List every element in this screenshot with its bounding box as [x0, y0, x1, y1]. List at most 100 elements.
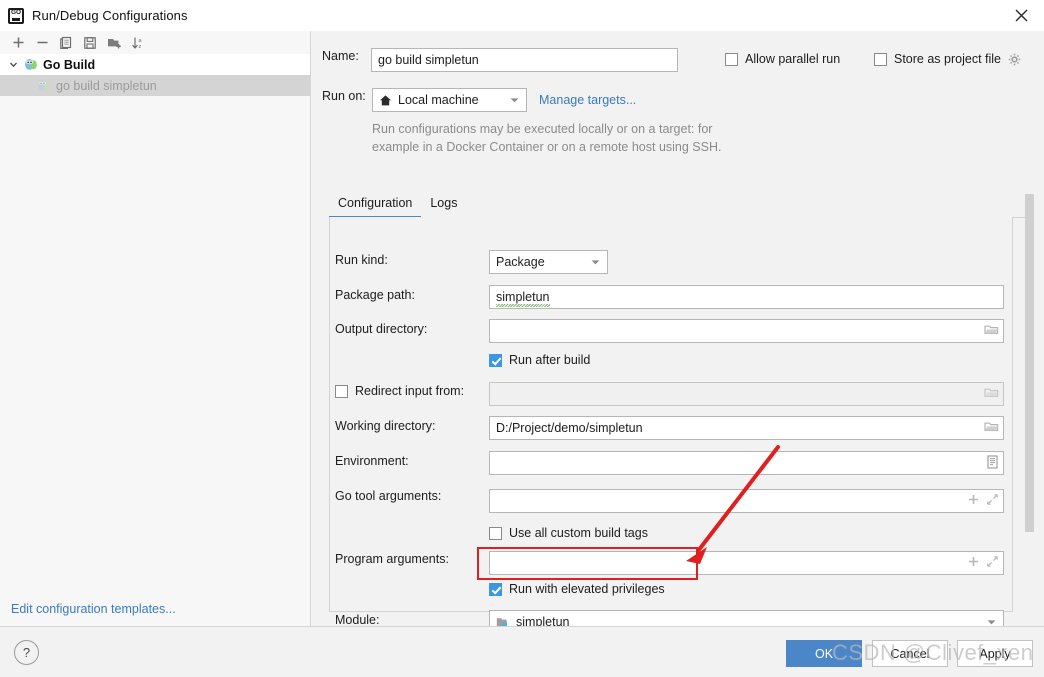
run-on-label: Run on: — [322, 89, 366, 103]
use-all-custom-build-tags-row[interactable]: Use all custom build tags — [489, 526, 648, 540]
folder-browse-icon[interactable] — [984, 323, 999, 339]
save-icon — [84, 36, 96, 49]
configurations-tree: Go Build go build simpletun — [0, 54, 310, 96]
expand-editor-icon[interactable] — [986, 493, 999, 509]
cancel-button[interactable]: Cancel — [872, 640, 948, 667]
allow-parallel-run-row[interactable]: Allow parallel run — [725, 52, 840, 66]
go-tool-arguments-label: Go tool arguments: — [335, 489, 442, 503]
window-title: Run/Debug Configurations — [32, 8, 188, 23]
copy-configuration-button[interactable] — [54, 32, 78, 54]
run-after-build-checkbox[interactable] — [489, 353, 502, 367]
title-bar: Run/Debug Configurations — [0, 0, 1044, 32]
module-label: Module: — [335, 613, 380, 627]
run-on-hint-line2: example in a Docker Container or on a re… — [372, 140, 722, 154]
plus-icon — [13, 37, 23, 48]
output-directory-label: Output directory: — [335, 322, 428, 336]
tree-item-go-build-simpletun[interactable]: go build simpletun — [0, 75, 310, 96]
environment-variables-icon[interactable] — [986, 454, 999, 472]
tab-configuration[interactable]: Configuration — [329, 196, 422, 218]
working-directory-value: D:/Project/demo/simpletun — [496, 421, 643, 435]
sort-configurations-button[interactable]: a z — [126, 32, 150, 54]
output-directory-input[interactable] — [489, 319, 1004, 343]
run-kind-value: Package — [496, 255, 545, 269]
program-arguments-input[interactable] — [489, 551, 1004, 575]
remove-configuration-button[interactable] — [30, 32, 54, 54]
tree-item-go-build[interactable]: Go Build — [0, 54, 310, 75]
run-kind-dropdown[interactable]: Package — [489, 250, 608, 274]
program-arguments-row: Program arguments: — [335, 552, 449, 566]
run-on-hint: Run configurations may be executed local… — [372, 120, 772, 156]
use-all-custom-build-tags-checkbox[interactable] — [489, 526, 502, 540]
go-logo-icon — [8, 7, 24, 24]
apply-button[interactable]: Apply — [957, 640, 1033, 667]
form-scrollbar-thumb[interactable] — [1025, 194, 1034, 532]
expand-editor-icon[interactable] — [986, 555, 999, 571]
configurations-sidebar: a z Go Build go build simpletun Edit con… — [0, 31, 311, 626]
environment-input[interactable] — [489, 451, 1004, 475]
run-debug-configurations-dialog: Run/Debug Configurations — [0, 0, 1044, 677]
edit-configuration-templates-link[interactable]: Edit configuration templates... — [11, 602, 176, 616]
add-configuration-button[interactable] — [6, 32, 30, 54]
help-button[interactable]: ? — [14, 640, 39, 665]
move-to-folder-button[interactable] — [102, 32, 126, 54]
folder-browse-icon[interactable] — [984, 386, 999, 402]
folder-browse-icon[interactable] — [984, 420, 999, 436]
run-with-elevated-privileges-checkbox[interactable] — [489, 582, 502, 596]
run-on-value: Local machine — [398, 93, 479, 107]
chevron-down-icon[interactable] — [983, 619, 999, 626]
tree-item-label: go build simpletun — [56, 78, 157, 93]
chevron-down-icon[interactable] — [506, 97, 522, 104]
go-tool-arguments-row: Go tool arguments: — [335, 489, 441, 503]
allow-parallel-run-label: Allow parallel run — [745, 52, 841, 66]
package-path-label: Package path: — [335, 288, 415, 302]
package-path-input[interactable]: simpletun — [489, 285, 1004, 309]
tree-item-label: Go Build — [43, 57, 96, 72]
store-as-project-file-row[interactable]: Store as project file — [874, 52, 1021, 66]
tab-logs[interactable]: Logs — [421, 196, 466, 217]
package-path-row: Package path: — [335, 288, 415, 302]
allow-parallel-run-checkbox[interactable] — [725, 52, 738, 66]
insert-macro-icon[interactable] — [967, 555, 980, 571]
folder-add-icon — [107, 38, 121, 48]
run-on-hint-line1: Run configurations may be executed local… — [372, 122, 713, 136]
run-with-elevated-privileges-row[interactable]: Run with elevated privileges — [489, 582, 665, 596]
close-icon[interactable] — [999, 0, 1044, 30]
package-path-value: simpletun — [496, 290, 550, 307]
working-directory-row: Working directory: — [335, 419, 436, 433]
run-on-dropdown[interactable]: Local machine — [372, 88, 527, 112]
chevron-down-icon[interactable] — [6, 57, 21, 72]
insert-macro-icon[interactable] — [967, 493, 980, 509]
home-icon — [379, 94, 392, 107]
gopher-icon — [36, 78, 51, 93]
run-with-elevated-privileges-label: Run with elevated privileges — [509, 582, 665, 596]
sidebar-toolbar: a z — [0, 31, 310, 54]
module-row: Module: — [335, 613, 379, 627]
redirect-input-checkbox[interactable] — [335, 384, 348, 398]
run-kind-row: Run kind: — [335, 253, 388, 267]
run-after-build-row[interactable]: Run after build — [489, 353, 590, 367]
gear-icon[interactable] — [1008, 53, 1021, 66]
redirect-input-row[interactable]: Redirect input from: — [335, 384, 464, 398]
run-on-row: Run on: — [322, 89, 366, 103]
name-input-value: go build simpletun — [378, 53, 479, 67]
ok-button[interactable]: OK — [786, 640, 862, 667]
manage-targets-link[interactable]: Manage targets... — [539, 93, 636, 107]
store-as-project-file-checkbox[interactable] — [874, 52, 887, 66]
working-directory-input[interactable]: D:/Project/demo/simpletun — [489, 416, 1004, 440]
environment-row: Environment: — [335, 454, 409, 468]
redirect-input-label: Redirect input from: — [355, 384, 465, 398]
working-directory-label: Working directory: — [335, 419, 436, 433]
svg-text:z: z — [138, 44, 141, 50]
use-all-custom-build-tags-label: Use all custom build tags — [509, 526, 648, 540]
redirect-input-field[interactable] — [489, 382, 1004, 406]
sort-alpha-icon: a z — [131, 37, 142, 50]
name-input[interactable]: go build simpletun — [371, 48, 678, 72]
chevron-down-icon[interactable] — [587, 259, 603, 266]
name-row: Name: — [322, 49, 359, 63]
store-as-project-file-label: Store as project file — [894, 52, 1001, 66]
go-tool-arguments-input[interactable] — [489, 489, 1004, 513]
run-kind-label: Run kind: — [335, 253, 388, 267]
save-configuration-button[interactable] — [78, 32, 102, 54]
run-after-build-label: Run after build — [509, 353, 591, 367]
name-label: Name: — [322, 49, 359, 63]
